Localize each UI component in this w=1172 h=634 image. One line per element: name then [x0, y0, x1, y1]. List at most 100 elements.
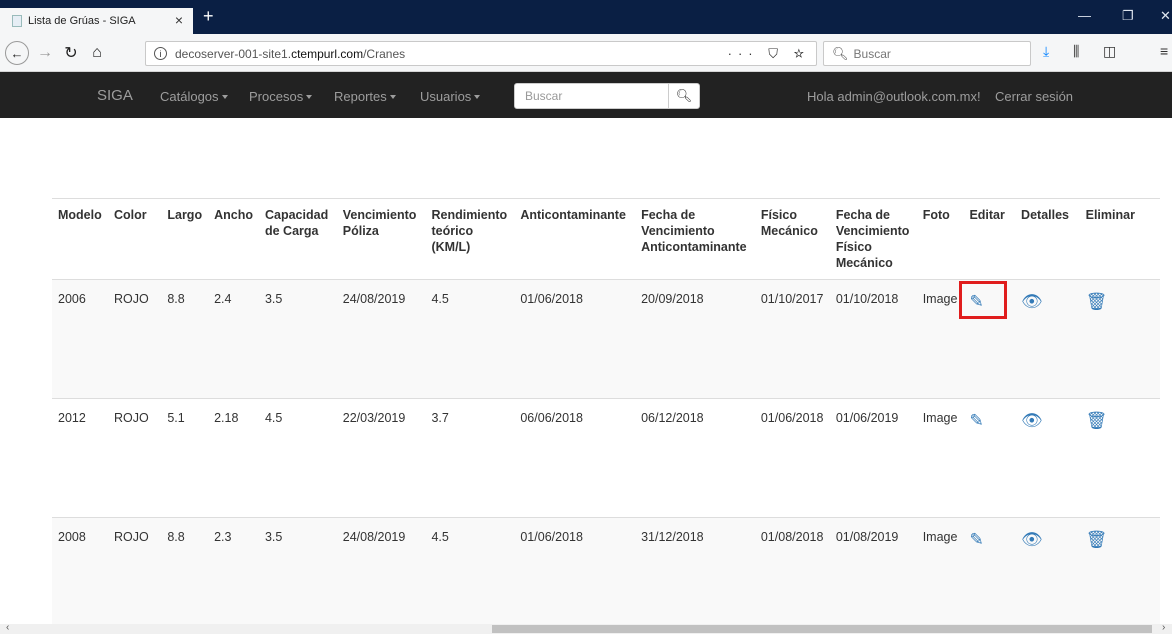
site-search-button[interactable]: 🔍︎ — [668, 83, 700, 109]
header-vencimiento-poliza: Vencimiento Póliza — [336, 198, 426, 280]
scrollbar-thumb[interactable] — [492, 625, 1152, 633]
cell-largo: 8.8 — [161, 517, 209, 634]
header-anticontaminante: Anticontaminante — [514, 198, 636, 280]
delete-trash-icon[interactable]: 🗑︎ — [1086, 411, 1108, 431]
library-icon[interactable]: ⫼ — [1073, 43, 1079, 60]
details-eye-icon[interactable]: 👁︎ — [1021, 530, 1043, 550]
forward-arrow-icon[interactable]: → — [36, 41, 54, 65]
scroll-left-arrow-icon[interactable]: ‹ — [6, 622, 9, 633]
edit-pencil-icon[interactable]: ✎ — [969, 411, 983, 431]
details-eye-icon[interactable]: 👁︎ — [1021, 411, 1043, 431]
cell-editar: ✎ — [959, 279, 1016, 399]
cell-capacidad: 3.5 — [258, 279, 337, 399]
horizontal-scrollbar[interactable]: ‹ › — [0, 622, 1172, 634]
address-bar[interactable]: i decoserver-001-site1. ctempurl.com/Cran… — [145, 41, 817, 66]
header-fecha-venc-fisico: Fecha de Vencimiento Físico Mecánico — [829, 198, 917, 280]
cell-fecha-venc-fisico: 01/10/2018 — [829, 279, 917, 399]
cell-fisico: 01/10/2017 — [754, 279, 830, 399]
delete-trash-icon[interactable]: 🗑︎ — [1086, 292, 1108, 312]
window-close-icon[interactable]: ✕ — [1160, 8, 1171, 24]
home-icon[interactable]: ⌂ — [88, 41, 106, 65]
cell-modelo: 2008 — [52, 517, 108, 634]
cell-editar: ✎ — [963, 398, 1016, 518]
cell-eliminar: 🗑︎ — [1079, 398, 1160, 518]
cell-fisico: 01/08/2018 — [754, 517, 830, 634]
header-capacidad: Capacidad de Carga — [258, 198, 337, 280]
browser-tab-bar: Lista de Grúas - SIGA × + — ❐ ✕ — [0, 0, 1172, 34]
download-icon[interactable]: ⤓ — [1043, 43, 1049, 60]
cell-detalles: 👁︎ — [1015, 398, 1080, 518]
details-eye-icon[interactable]: 👁︎ — [1021, 292, 1043, 312]
url-domain: ctempurl.com — [291, 46, 364, 61]
menu-catalogos[interactable]: Catálogos — [160, 89, 228, 104]
sidebar-icon[interactable]: ◫ — [1103, 43, 1116, 60]
table-row: 2006 ROJO 8.8 2.4 3.5 24/08/2019 4.5 01/… — [52, 279, 1160, 399]
cell-ancho: 2.3 — [208, 517, 259, 634]
site-brand[interactable]: SIGA — [97, 87, 133, 104]
edit-pencil-icon[interactable]: ✎ — [969, 530, 983, 550]
minimize-icon[interactable]: — — [1078, 8, 1091, 23]
cranes-table-container: Modelo Color Largo Ancho Capacidad de Ca… — [52, 198, 1172, 634]
restore-icon[interactable]: ❐ — [1122, 8, 1134, 24]
browser-nav-bar: ← → ↻ ⌂ i decoserver-001-site1. ctempurl.… — [0, 34, 1172, 72]
cell-anticontaminante: 01/06/2018 — [514, 279, 636, 399]
tab-close-icon[interactable]: × — [175, 12, 183, 28]
site-search-input[interactable]: Buscar — [514, 83, 669, 109]
logout-link[interactable]: Cerrar sesión — [995, 89, 1073, 104]
cell-rendimiento: 4.5 — [425, 279, 515, 399]
menu-icon[interactable]: ≡ — [1160, 43, 1168, 59]
header-eliminar: Eliminar — [1079, 198, 1160, 280]
cell-largo: 8.8 — [161, 279, 209, 399]
url-host: decoserver-001-site1. — [175, 46, 292, 61]
header-color: Color — [107, 198, 162, 280]
menu-label: Usuarios — [420, 89, 472, 104]
cell-fecha-venc-anti: 20/09/2018 — [635, 279, 755, 399]
tab-title: Lista de Grúas - SIGA — [28, 15, 136, 27]
cell-modelo: 2006 — [52, 279, 108, 399]
back-arrow-icon[interactable]: ← — [5, 41, 29, 65]
site-navbar: SIGA Catálogos Procesos Reportes Usuario… — [0, 72, 1172, 118]
cell-anticontaminante: 01/06/2018 — [514, 517, 636, 634]
site-info-icon[interactable]: i — [154, 47, 167, 60]
header-fisico-mecanico: Físico Mecánico — [754, 198, 830, 280]
cell-venc-poliza: 24/08/2019 — [336, 517, 426, 634]
cell-rendimiento: 4.5 — [425, 517, 515, 634]
menu-label: Procesos — [249, 89, 304, 104]
header-ancho: Ancho — [208, 198, 259, 280]
cell-color: ROJO — [107, 517, 162, 634]
menu-label: Reportes — [334, 89, 387, 104]
cranes-table: Modelo Color Largo Ancho Capacidad de Ca… — [52, 198, 1160, 634]
header-fecha-venc-anti: Fecha de Vencimiento Anticontaminante — [635, 198, 755, 280]
cell-anticontaminante: 06/06/2018 — [514, 398, 636, 518]
cell-venc-poliza: 22/03/2019 — [336, 398, 426, 518]
scroll-right-arrow-icon[interactable]: › — [1162, 622, 1165, 633]
caret-down-icon — [306, 94, 313, 99]
search-icon: 🔍︎ — [675, 88, 693, 103]
cell-largo: 5.1 — [161, 398, 209, 518]
cell-fisico: 01/06/2018 — [754, 398, 830, 518]
menu-usuarios[interactable]: Usuarios — [420, 89, 481, 104]
cell-capacidad: 4.5 — [258, 398, 337, 518]
site-search-placeholder: Buscar — [525, 89, 563, 103]
delete-trash-icon[interactable]: 🗑︎ — [1086, 530, 1108, 550]
header-foto: Foto — [916, 198, 964, 280]
menu-procesos[interactable]: Procesos — [249, 89, 313, 104]
cell-fecha-venc-fisico: 01/08/2019 — [829, 517, 917, 634]
browser-tab[interactable]: Lista de Grúas - SIGA × — [0, 8, 193, 34]
browser-search-placeholder: Buscar — [853, 46, 891, 61]
caret-down-icon — [474, 94, 481, 99]
page-actions-icons[interactable]: ··· ⛉ ☆ — [728, 46, 810, 62]
caret-down-icon — [221, 94, 228, 99]
reload-icon[interactable]: ↻ — [62, 41, 80, 65]
menu-reportes[interactable]: Reportes — [334, 89, 396, 104]
browser-search-bar[interactable]: 🔍︎ Buscar — [823, 41, 1031, 66]
header-editar: Editar — [963, 198, 1016, 280]
cell-detalles: 👁︎ — [1015, 517, 1080, 634]
cell-foto: Image — [916, 398, 964, 518]
cell-detalles: 👁︎ — [1015, 279, 1080, 399]
new-tab-button[interactable]: + — [203, 6, 214, 26]
page-favicon-icon — [12, 15, 22, 27]
user-greeting[interactable]: Hola admin@outlook.com.mx! — [807, 89, 981, 104]
cell-color: ROJO — [107, 279, 162, 399]
cell-foto: Image — [916, 517, 964, 634]
